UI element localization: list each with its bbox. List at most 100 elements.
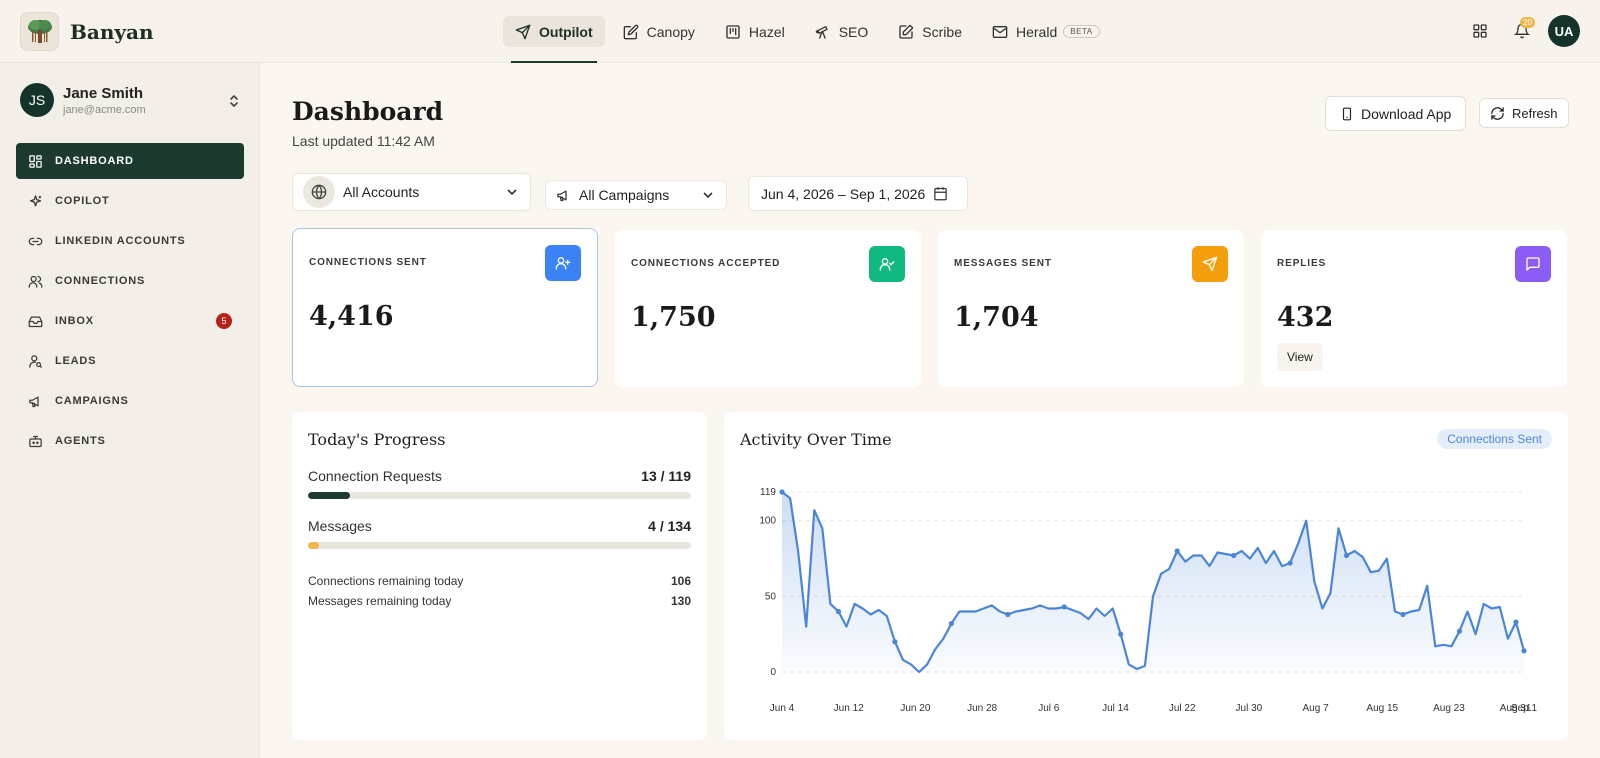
x-tick-label: Jun 4: [770, 703, 795, 714]
sidebar-item-label: LINKEDIN ACCOUNTS: [55, 235, 186, 247]
progress-row-messages: Messages 4 / 134: [308, 518, 691, 549]
stat-card-connections-sent[interactable]: CONNECTIONS SENT 4,416: [292, 228, 598, 387]
x-tick-label: Aug 23: [1433, 703, 1465, 714]
refresh-button[interactable]: Refresh: [1479, 98, 1569, 128]
bot-icon: [29, 435, 42, 447]
x-tick-label: Jul 22: [1169, 703, 1196, 714]
top-right-actions: 20 UA: [1464, 15, 1580, 47]
stat-value: 4,416: [309, 301, 394, 332]
data-point: [892, 639, 898, 645]
sidebar-item-label: AGENTS: [55, 435, 106, 447]
stat-value: 1,750: [631, 302, 716, 333]
profile-name: Jane Smith: [63, 84, 144, 102]
nav-herald[interactable]: Herald BETA: [980, 16, 1112, 47]
sidebar-item-label: LEADS: [55, 355, 97, 367]
apps-button[interactable]: [1464, 15, 1496, 47]
stat-card-messages-sent[interactable]: MESSAGES SENT 1,704: [938, 230, 1244, 387]
area-fill: [782, 492, 1524, 672]
profile-email: jane@acme.com: [63, 103, 146, 116]
calendar-icon: [934, 187, 947, 201]
sidebar-item-label: CAMPAIGNS: [55, 395, 129, 407]
progress-fill: [308, 492, 350, 499]
progress-value: 4 / 134: [648, 518, 691, 534]
stat-value: 432: [1277, 302, 1334, 333]
x-tick-label: Sep 1: [1511, 703, 1538, 714]
inbox-icon: [28, 316, 43, 327]
campaigns-filter[interactable]: All Campaigns: [545, 180, 727, 210]
y-tick-label: 100: [759, 516, 776, 527]
sidebar-item-campaigns[interactable]: CAMPAIGNS: [16, 383, 244, 419]
grid-icon: [29, 154, 42, 168]
y-tick-label: 119: [760, 487, 776, 498]
avatar: JS: [20, 83, 54, 117]
x-tick-label: Aug 15: [1366, 703, 1398, 714]
data-point: [1174, 548, 1180, 554]
inbox-count-badge: 5: [216, 313, 232, 329]
sidebar-item-leads[interactable]: LEADS: [16, 343, 244, 379]
sparkles-icon: [29, 194, 42, 206]
megaphone-icon: [557, 190, 567, 201]
profile-switcher[interactable]: JS Jane Smith jane@acme.com: [20, 83, 240, 117]
notifications-button[interactable]: 20: [1506, 15, 1538, 47]
nav-label: Hazel: [748, 23, 785, 40]
x-tick-label: Jun 12: [834, 703, 864, 714]
nav-hazel[interactable]: Hazel: [713, 16, 797, 47]
sidebar-item-copilot[interactable]: COPILOT: [16, 183, 244, 219]
remaining-label: Messages remaining today: [308, 594, 452, 608]
panel-title: Today's Progress: [308, 430, 446, 449]
date-range-picker[interactable]: Jun 4, 2026 – Sep 1, 2026: [748, 176, 968, 211]
data-point: [1005, 611, 1011, 618]
stat-label: MESSAGES SENT: [954, 258, 1052, 269]
date-range-value: Jun 4, 2026 – Sep 1, 2026: [761, 185, 926, 202]
data-point: [779, 489, 785, 495]
stat-label: CONNECTIONS SENT: [309, 257, 427, 268]
x-tick-label: Jul 6: [1038, 703, 1060, 714]
page-title: Dashboard: [292, 97, 444, 126]
apps-grid-icon: [1473, 24, 1487, 38]
remaining-connections: Connections remaining today 106: [308, 574, 691, 588]
accounts-filter[interactable]: All Accounts: [292, 173, 531, 211]
progress-row-connections: Connection Requests 13 / 119: [308, 468, 691, 499]
progress-track: [308, 492, 691, 499]
main-content: Dashboard Last updated 11:42 AM Download…: [292, 63, 1569, 758]
top-bar: Banyan Outpilot Canopy Hazel SEO Scribe …: [0, 0, 1600, 63]
view-replies-button[interactable]: View: [1277, 343, 1323, 371]
sidebar-item-connections[interactable]: CONNECTIONS: [16, 263, 244, 299]
chevron-down-icon: [703, 192, 713, 199]
x-tick-label: Jun 20: [900, 703, 930, 714]
refresh-icon: [1491, 106, 1504, 120]
nav-seo[interactable]: SEO: [803, 16, 881, 47]
data-point: [1521, 648, 1527, 654]
sidebar-item-dashboard[interactable]: DASHBOARD: [16, 143, 244, 179]
user-avatar[interactable]: UA: [1548, 15, 1580, 47]
download-app-button[interactable]: Download App: [1325, 96, 1467, 131]
sidebar-item-linkedin-accounts[interactable]: LINKEDIN ACCOUNTS: [16, 223, 244, 259]
stat-card-connections-accepted[interactable]: CONNECTIONS ACCEPTED 1,750: [615, 230, 921, 387]
stat-card-replies[interactable]: REPLIES 432 View: [1261, 230, 1567, 387]
brand[interactable]: Banyan: [20, 12, 154, 51]
chevron-down-icon: [507, 189, 517, 196]
progress-track: [308, 542, 691, 549]
sidebar-item-label: INBOX: [55, 315, 94, 327]
sidebar-item-agents[interactable]: AGENTS: [16, 423, 244, 459]
progress-value: 13 / 119: [641, 468, 691, 484]
data-point: [1061, 604, 1067, 610]
data-point: [1456, 628, 1463, 634]
y-tick-label: 50: [765, 591, 777, 602]
brand-name: Banyan: [70, 19, 154, 44]
link-icon: [28, 237, 43, 245]
user-plus-icon: [545, 245, 581, 281]
nav-outpilot[interactable]: Outpilot: [503, 16, 605, 63]
chevrons-up-down-icon[interactable]: [228, 93, 240, 114]
x-tick-label: Jul 14: [1102, 703, 1129, 714]
sidebar-item-inbox[interactable]: INBOX 5: [16, 303, 244, 339]
nav-scribe[interactable]: Scribe: [886, 16, 974, 47]
sidebar-item-label: CONNECTIONS: [55, 275, 146, 287]
download-app-label: Download App: [1361, 105, 1452, 122]
nav-label: Canopy: [646, 23, 695, 40]
nav-canopy[interactable]: Canopy: [611, 16, 707, 47]
nav-label: Herald: [1015, 23, 1058, 40]
remaining-label: Connections remaining today: [308, 574, 464, 588]
beta-badge: BETA: [1063, 25, 1100, 38]
nav-label: SEO: [838, 23, 869, 40]
